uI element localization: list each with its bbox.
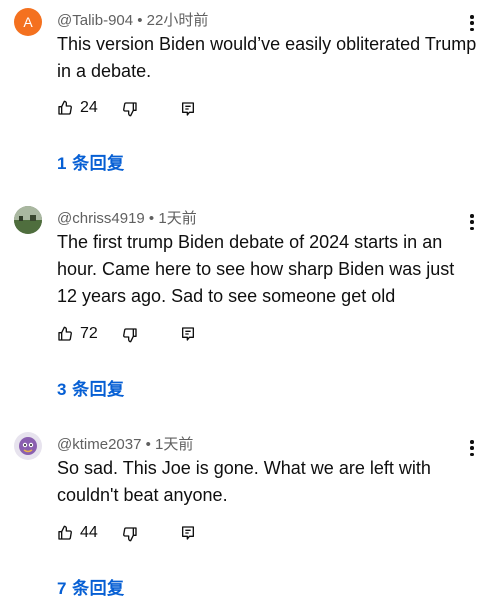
avatar-photo: [14, 432, 42, 460]
thumbs-down-icon: [123, 328, 137, 343]
reply-comment-icon: [182, 102, 194, 116]
thumbs-up-icon: [58, 525, 72, 540]
thumbs-down-icon: [123, 527, 137, 542]
thumbs-up-icon: [58, 326, 72, 341]
avatar[interactable]: [14, 432, 42, 460]
view-replies-button[interactable]: 7 条回复: [57, 574, 125, 599]
comment-text: The first trump Biden debate of 2024 sta…: [57, 232, 455, 306]
thumbs-down-icon: [123, 102, 137, 117]
avatar-letter: A: [23, 14, 33, 30]
dislike-button[interactable]: [122, 101, 138, 117]
comment-author-time[interactable]: @chriss4919 • 1天前: [57, 207, 197, 228]
like-count: 44: [80, 524, 98, 541]
like-button[interactable]: 44: [57, 524, 98, 542]
reply-button[interactable]: [180, 326, 196, 342]
comment-text: So sad. This Joe is gone. What we are le…: [57, 458, 431, 505]
reply-button[interactable]: [180, 101, 196, 117]
view-replies-button[interactable]: 1 条回复: [57, 149, 125, 174]
view-replies-button[interactable]: 3 条回复: [57, 375, 125, 400]
thumbs-up-icon: [58, 100, 72, 115]
comment-text: This version Biden would’ve easily oblit…: [57, 34, 477, 81]
reply-comment-icon: [182, 327, 194, 341]
like-count: 24: [80, 99, 98, 116]
avatar[interactable]: [14, 206, 42, 234]
avatar-photo: [14, 206, 42, 234]
like-button[interactable]: 72: [57, 325, 98, 343]
reply-comment-icon: [182, 526, 194, 540]
reply-button[interactable]: [180, 525, 196, 541]
more-vertical-icon[interactable]: [466, 13, 478, 33]
dislike-button[interactable]: [122, 526, 138, 542]
like-button[interactable]: 24: [57, 99, 98, 117]
like-count: 72: [80, 325, 98, 342]
dislike-button[interactable]: [122, 327, 138, 343]
comment-author-time[interactable]: @ktime2037 • 1天前: [57, 433, 193, 454]
avatar[interactable]: A: [14, 8, 42, 36]
comment-author-time[interactable]: @Talib-904 • 22小时前: [57, 9, 208, 30]
